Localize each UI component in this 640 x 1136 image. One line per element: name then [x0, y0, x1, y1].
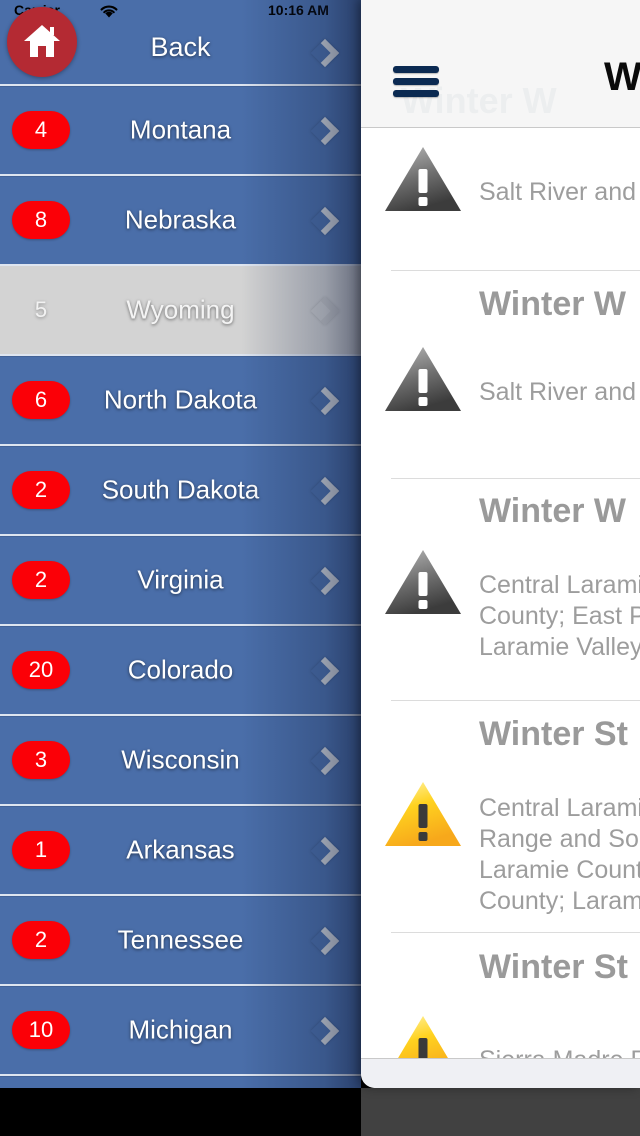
- alerts-list: Salt River and Winter W Salt River and Wint…: [361, 129, 640, 1059]
- alerts-content-panel: Winter W Wy Salt River andWinter WSalt R…: [361, 0, 640, 1088]
- alert-divider: [391, 932, 640, 933]
- list-item-label: Tennessee: [117, 924, 244, 955]
- bottom-dark-bar: [361, 1088, 640, 1136]
- alert-title: Winter W: [479, 492, 627, 530]
- list-item-nebraska[interactable]: 8 Nebraska: [0, 176, 361, 264]
- warning-triangle-gray-icon: [383, 546, 463, 618]
- list-item-label: Virginia: [137, 564, 224, 595]
- alert-description: Salt River and: [479, 378, 637, 406]
- alert-title: Winter St: [479, 715, 628, 753]
- home-icon: [24, 25, 60, 57]
- list-item-label: Colorado: [127, 654, 234, 685]
- list-item-label: Nebraska: [124, 204, 237, 235]
- warning-triangle-gray-icon: [383, 343, 463, 415]
- list-item-label: Montana: [129, 114, 232, 145]
- list-item-virginia[interactable]: 2 Virginia: [0, 536, 361, 624]
- alert-description: Central Larami County; East P Laramie Va…: [479, 571, 640, 661]
- alert-title: Winter W: [479, 285, 627, 323]
- chevron-right-icon: [313, 41, 335, 63]
- list-item-montana[interactable]: 4 Montana: [0, 86, 361, 174]
- alert-description: Salt River and: [479, 178, 637, 206]
- chevron-right-icon: [313, 569, 335, 591]
- list-item-label: North Dakota: [103, 384, 258, 415]
- alerts-header: Winter W Wy: [361, 0, 640, 128]
- chevron-right-icon: [313, 749, 335, 771]
- chevron-right-icon: [313, 1019, 335, 1041]
- chevron-right-icon: [313, 209, 335, 231]
- home-button[interactable]: [7, 7, 77, 77]
- list-item-label: Michigan: [128, 1014, 233, 1045]
- alert-title: Winter St: [479, 948, 628, 986]
- alert-description: Sierra Madre R: [479, 1045, 640, 1059]
- chevron-right-icon: [313, 659, 335, 681]
- list-item-tennessee[interactable]: 2 Tennessee: [0, 896, 361, 984]
- list-item-wisconsin[interactable]: 3 Wisconsin: [0, 716, 361, 804]
- chevron-right-icon: [313, 839, 335, 861]
- warning-triangle-yellow-icon: [383, 1012, 463, 1059]
- list-item-label: Wyoming: [126, 294, 235, 325]
- list-item-michigan[interactable]: 10 Michigan: [0, 986, 361, 1074]
- chevron-right-icon: [313, 929, 335, 951]
- chevron-right-icon: [313, 389, 335, 411]
- alert-divider: [391, 478, 640, 479]
- list-item-arkansas[interactable]: 1 Arkansas: [0, 806, 361, 894]
- warning-triangle-yellow-icon: [383, 778, 463, 850]
- list-item-label: Arkansas: [126, 834, 235, 865]
- list-item-colorado[interactable]: 20 Colorado: [0, 626, 361, 714]
- list-item-label: Wisconsin: [121, 744, 240, 775]
- chevron-right-icon: [313, 119, 335, 141]
- row-separator: [0, 1074, 361, 1076]
- list-item-north-dakota[interactable]: 6 North Dakota: [0, 356, 361, 444]
- alert-description: Central Larami Range and Sou Laramie Cou…: [479, 794, 640, 915]
- alert-divider: [391, 270, 640, 271]
- hamburger-menu-icon[interactable]: [393, 66, 439, 98]
- warning-triangle-gray-icon: [383, 143, 463, 215]
- chevron-right-icon: [313, 299, 335, 321]
- states-menu-panel: Carrier 10:16 AM Back 4Montana8Nebraska5…: [0, 0, 361, 1088]
- list-item-label: South Dakota: [101, 474, 260, 505]
- chevron-right-icon: [313, 479, 335, 501]
- list-item-wyoming[interactable]: 5 Wyoming: [0, 266, 361, 354]
- bottom-black-bar: [0, 1088, 361, 1136]
- alert-divider: [391, 700, 640, 701]
- panel-footer: [361, 1058, 640, 1088]
- list-item-south-dakota[interactable]: 2 South Dakota: [0, 446, 361, 534]
- app-screen: Carrier 10:16 AM Back 4Montana8Nebraska5…: [0, 0, 640, 1136]
- page-title: Wy: [604, 55, 640, 99]
